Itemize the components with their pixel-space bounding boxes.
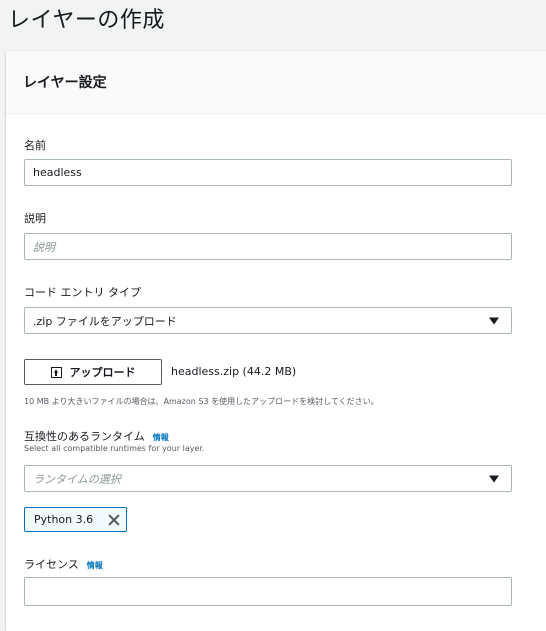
caret-down-icon [489,475,499,482]
runtimes-label: 互換性のあるランタイム [24,430,145,443]
panel-header: レイヤー設定 [6,51,546,114]
runtimes-select[interactable]: ランタイムの選択 [24,465,512,492]
license-label: ライセンス [24,558,79,571]
description-label: 説明 [24,212,46,225]
caret-down-icon [489,317,499,324]
license-input[interactable] [24,577,512,606]
license-label-row: ライセンス 情報 [24,556,103,572]
runtimes-placeholder: ランタイムの選択 [33,472,121,486]
upload-button-label: アップロード [69,366,136,379]
panel-title: レイヤー設定 [23,75,107,91]
name-label: 名前 [24,139,46,152]
runtimes-description: Select all compatible runtimes for your … [24,444,205,453]
code-entry-type-value: .zip ファイルをアップロード [33,314,177,328]
description-placeholder: 説明 [33,240,55,254]
page-title: レイヤーの作成 [8,8,165,33]
license-info-link[interactable]: 情報 [87,561,103,570]
runtime-token-label: Python 3.6 [34,513,94,526]
runtime-token: Python 3.6 [24,507,127,532]
name-input[interactable]: headless [24,159,512,186]
description-input[interactable]: 説明 [24,233,512,260]
uploaded-file-name: headless.zip (44.2 MB) [171,365,297,378]
name-input-value: headless [33,166,82,179]
upload-hint: 10 MB より大きいファイルの場合は、Amazon S3 を使用したアップロー… [24,397,379,406]
upload-icon [50,366,62,378]
runtimes-info-link[interactable]: 情報 [153,433,169,442]
layer-settings-panel: レイヤー設定 名前 headless 説明 説明 コード エントリ タイプ .z… [6,51,546,631]
upload-button[interactable]: アップロード [24,359,162,385]
close-icon[interactable] [108,514,120,526]
runtimes-label-row: 互換性のあるランタイム 情報 [24,428,169,444]
code-entry-type-select[interactable]: .zip ファイルをアップロード [24,307,512,334]
code-entry-type-label: コード エントリ タイプ [24,286,141,299]
